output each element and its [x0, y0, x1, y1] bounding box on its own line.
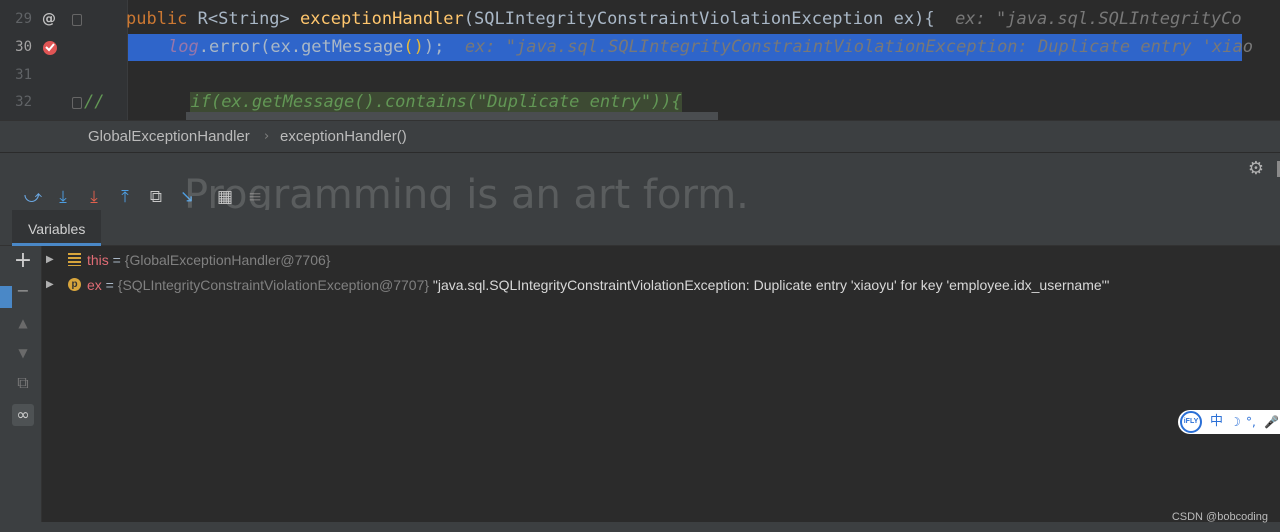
line-number: 29	[15, 11, 32, 27]
ime-punctuation-icon[interactable]: °,	[1246, 410, 1256, 434]
method-params: (SQLIntegrityConstraintViolationExceptio…	[463, 9, 935, 29]
variable-row-this[interactable]: ▶ this = {GlobalExceptionHandler@7706}	[42, 248, 1280, 272]
variable-text: ex = {SQLIntegrityConstraintViolationExc…	[87, 277, 1110, 293]
variable-value: {SQLIntegrityConstraintViolationExceptio…	[117, 277, 430, 293]
code-line-30[interactable]: 30 log.error(ex.getMessage()); ex: "java…	[0, 34, 1280, 61]
line-number: 30	[15, 39, 32, 55]
step-out-icon[interactable]: ⤒	[114, 186, 136, 208]
field-icon	[68, 253, 81, 266]
fold-icon[interactable]	[72, 97, 82, 109]
variable-text: this = {GlobalExceptionHandler@7706}	[87, 252, 331, 268]
keyword-public: public	[126, 9, 188, 29]
step-over-icon[interactable]: ⤓	[52, 186, 74, 208]
statement-end: );	[423, 37, 445, 57]
log-field: log	[168, 37, 199, 57]
variables-tree[interactable]: ▶ this = {GlobalExceptionHandler@7706} ▶…	[42, 246, 1280, 522]
fold-icon[interactable]	[72, 14, 82, 26]
line-number: 32	[15, 94, 32, 110]
variable-name: ex	[87, 277, 102, 293]
call-expression: .error(ex.getMessage	[198, 37, 404, 57]
comment-body: if(ex.getMessage().contains("Duplicate e…	[190, 92, 682, 112]
tab-variables[interactable]: Variables	[12, 210, 102, 246]
remove-watch-icon[interactable]: −	[12, 280, 34, 302]
code-line-31[interactable]: 31	[0, 62, 1280, 89]
ime-language-toggle[interactable]: 中	[1210, 410, 1223, 434]
code-text: log.error(ex.getMessage()); ex: "java.sq…	[168, 34, 1253, 61]
variable-name: this	[87, 252, 109, 268]
variable-string-value: "java.sql.SQLIntegrityConstraintViolatio…	[432, 277, 1110, 293]
code-line-29[interactable]: 29 @ public R<String> exceptionHandler(S…	[0, 6, 1280, 33]
variables-tabbar: Variables	[0, 210, 1280, 246]
return-type: R<String>	[187, 9, 301, 29]
comment-prefix: //	[84, 92, 105, 112]
breadcrumb-class[interactable]: GlobalExceptionHandler	[88, 121, 250, 153]
source-credit: CSDN @bobcoding	[1171, 511, 1268, 523]
inline-debug-hint: ex: "java.sql.SQLIntegrityConstraintViol…	[444, 37, 1253, 57]
parameter-icon: p	[68, 278, 81, 291]
drop-frame-icon[interactable]: ⧉	[145, 186, 167, 208]
method-name: exceptionHandler	[300, 9, 464, 29]
paren: ()	[403, 37, 424, 57]
step-into-icon[interactable]: ⤓	[83, 186, 105, 208]
variable-row-ex[interactable]: ▶ p ex = {SQLIntegrityConstraintViolatio…	[42, 273, 1280, 297]
copy-icon[interactable]: ⧉	[12, 372, 34, 394]
gear-icon[interactable]: ⚙	[1248, 158, 1264, 179]
move-down-icon[interactable]: ▼	[12, 342, 34, 364]
breadcrumb: GlobalExceptionHandler › exceptionHandle…	[0, 120, 1280, 152]
move-up-icon[interactable]: ▲	[12, 312, 34, 334]
breadcrumb-separator: ›	[264, 129, 270, 144]
show-execution-point-icon[interactable]: ⤻	[22, 186, 44, 208]
ifly-logo-icon: iFLY	[1180, 411, 1202, 433]
breadcrumb-method[interactable]: exceptionHandler()	[280, 121, 407, 153]
add-watch-icon[interactable]: +	[12, 250, 34, 272]
ime-toolbar[interactable]: iFLY 中 ☽ °, 🎤	[1178, 410, 1280, 434]
variable-value: {GlobalExceptionHandler@7706}	[124, 252, 331, 268]
code-editor[interactable]: 29 @ public R<String> exceptionHandler(S…	[0, 0, 1280, 120]
show-watches-icon[interactable]: ∞	[12, 404, 34, 426]
status-bar	[0, 522, 1280, 532]
expand-arrow-icon[interactable]: ▶	[46, 248, 54, 272]
ime-halfwidth-icon[interactable]: ☽	[1230, 410, 1241, 434]
code-text: public R<String> exceptionHandler(SQLInt…	[126, 6, 1242, 33]
ime-voice-icon[interactable]: 🎤	[1264, 410, 1279, 434]
horizontal-scrollbar[interactable]	[186, 112, 718, 120]
clipped-left-panel	[0, 286, 12, 526]
expand-arrow-icon[interactable]: ▶	[46, 273, 54, 297]
inline-debug-hint: ex: "java.sql.SQLIntegrityCo	[934, 9, 1242, 29]
line-number: 31	[15, 67, 32, 83]
implementation-at-icon[interactable]: @	[42, 6, 56, 33]
